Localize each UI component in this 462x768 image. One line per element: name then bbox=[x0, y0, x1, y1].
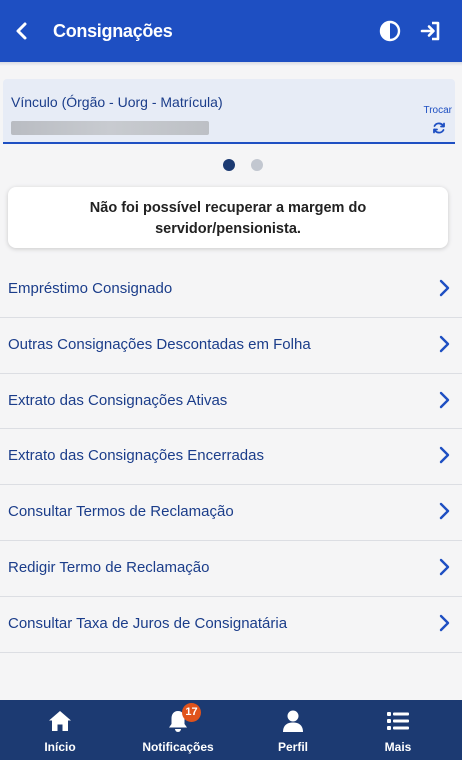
bottom-strip bbox=[0, 760, 462, 768]
tab-label: Perfil bbox=[277, 740, 308, 754]
refresh-icon[interactable] bbox=[432, 121, 446, 135]
trocar-link[interactable]: Trocar bbox=[423, 105, 452, 116]
menu-item-label: Extrato das Consignações Encerradas bbox=[8, 447, 264, 465]
menu-item-label: Extrato das Consignações Ativas bbox=[8, 391, 228, 409]
menu-item-label: Outras Consignações Descontadas em Folha bbox=[8, 335, 311, 353]
notification-count-badge: 17 bbox=[182, 703, 201, 722]
chevron-right-icon bbox=[439, 614, 450, 631]
menu-item-label: Consultar Taxa de Juros de Consignatária bbox=[8, 614, 288, 632]
carousel-dot-active[interactable] bbox=[223, 159, 235, 171]
tab-label: Início bbox=[44, 740, 76, 754]
app-header: Consignações bbox=[0, 0, 462, 62]
carousel-dot-inactive[interactable] bbox=[251, 159, 263, 171]
back-arrow-icon[interactable] bbox=[10, 19, 34, 43]
consignacoes-menu: Empréstimo Consignado Outras Consignaçõe… bbox=[0, 262, 462, 653]
menu-item-redigir-termo[interactable]: Redigir Termo de Reclamação bbox=[0, 541, 462, 597]
user-icon bbox=[283, 710, 303, 732]
home-icon bbox=[49, 711, 71, 731]
margin-error-alert: Não foi possível recuperar a margem do s… bbox=[8, 187, 448, 248]
menu-item-extrato-encerradas[interactable]: Extrato das Consignações Encerradas bbox=[0, 429, 462, 486]
menu-item-taxa-juros[interactable]: Consultar Taxa de Juros de Consignatária bbox=[0, 597, 462, 653]
tab-mais[interactable]: Mais bbox=[358, 700, 438, 760]
alert-message: Não foi possível recuperar a margem do s… bbox=[89, 200, 367, 237]
header-shadow bbox=[0, 62, 462, 66]
page-title: Consignações bbox=[53, 21, 173, 41]
carousel-dots bbox=[223, 159, 263, 171]
vinculo-selector[interactable]: Vínculo (Órgão - Uorg - Matrícula) Troca… bbox=[3, 79, 455, 144]
menu-item-consultar-termos[interactable]: Consultar Termos de Reclamação bbox=[0, 485, 462, 541]
tab-label: Notificações bbox=[142, 740, 214, 754]
vinculo-label: Vínculo (Órgão - Uorg - Matrícula) bbox=[11, 94, 223, 110]
chevron-right-icon bbox=[439, 558, 450, 576]
logout-icon[interactable] bbox=[419, 19, 443, 43]
menu-item-label: Empréstimo Consignado bbox=[8, 280, 173, 297]
menu-item-label: Consultar Termos de Reclamação bbox=[8, 503, 234, 521]
chevron-right-icon bbox=[439, 447, 450, 464]
tab-perfil[interactable]: Perfil bbox=[253, 700, 333, 760]
tab-notificacoes[interactable]: 17 Notificações bbox=[128, 700, 228, 760]
app-screen: Consignações Vínculo (Órgão - Uorg - Mat… bbox=[0, 0, 462, 768]
menu-item-label: Redigir Termo de Reclamação bbox=[8, 558, 210, 576]
contrast-icon[interactable] bbox=[379, 20, 401, 42]
menu-item-extrato-ativas[interactable]: Extrato das Consignações Ativas bbox=[0, 374, 462, 430]
menu-item-outras-consignacoes[interactable]: Outras Consignações Descontadas em Folha bbox=[0, 318, 462, 374]
tab-inicio[interactable]: Início bbox=[20, 700, 100, 760]
chevron-right-icon bbox=[439, 279, 450, 297]
chevron-right-icon bbox=[439, 335, 450, 352]
list-icon bbox=[387, 712, 409, 730]
chevron-right-icon bbox=[439, 391, 450, 408]
bottom-tab-bar: Início 17 Notificações Perfil Mais bbox=[0, 700, 462, 760]
vinculo-value-redacted bbox=[11, 121, 209, 135]
menu-item-emprestimo-consignado[interactable]: Empréstimo Consignado bbox=[0, 262, 462, 318]
tab-label: Mais bbox=[384, 740, 412, 754]
chevron-right-icon bbox=[439, 502, 450, 520]
